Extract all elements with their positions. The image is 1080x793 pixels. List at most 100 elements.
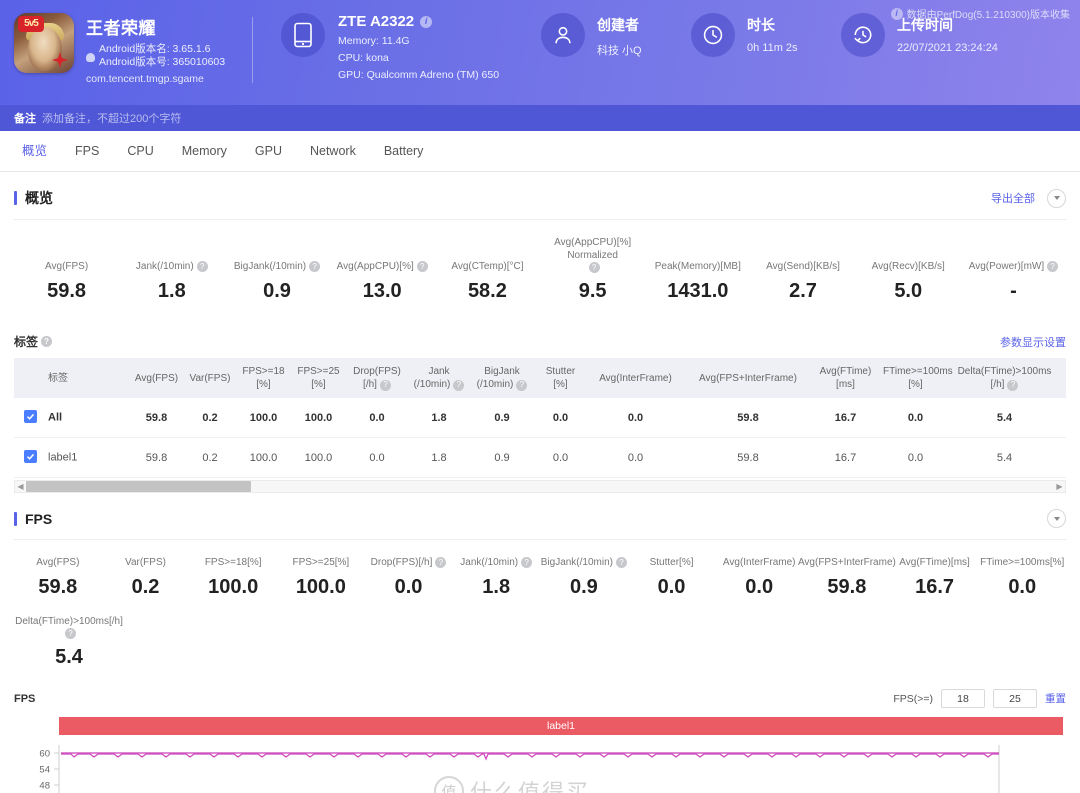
help-icon[interactable]: ? (41, 336, 53, 347)
fps-metric-fps18: FPS>=18[%] 100.0 (189, 556, 277, 599)
app-version-code: Android版本号: 365010603 (99, 56, 226, 68)
table-row[interactable]: label1 59.8 0.2 100.0 100.0 0.0 1.8 0.9 … (14, 437, 1066, 478)
help-icon[interactable]: ? (379, 379, 391, 391)
tab-cpu[interactable]: CPU (113, 131, 167, 172)
metric-avg-recv: Avg(Recv)[KB/s] 5.0 (856, 260, 961, 303)
help-icon[interactable]: ? (616, 557, 627, 568)
svg-text:60: 60 (39, 749, 50, 760)
metric-jank: Jank(/10min)? 1.8 (119, 260, 224, 303)
scroll-right-icon[interactable]: ▶ (1054, 481, 1065, 492)
tab-fps[interactable]: FPS (61, 131, 113, 172)
metric-value: 13.0 (362, 280, 402, 302)
metric-value: 5.0 (894, 280, 923, 302)
metric-avg-appcpu: Avg(AppCPU)[%]? 13.0 (330, 260, 435, 303)
tags-title-text: 标签 (14, 335, 39, 349)
metric-value: 1.8 (157, 280, 186, 302)
fps-chart-area[interactable]: label1 60 54 48 2 (14, 717, 1066, 793)
cell: 59.8 (129, 398, 184, 438)
tags-table-wrapper: 标签 Avg(FPS) Var(FPS) FPS>=18 [%] FPS>=25… (14, 358, 1066, 478)
metric-value: 100.0 (208, 576, 259, 598)
row-tag-cell: All (14, 398, 129, 438)
metric-value: 59.8 (38, 576, 78, 598)
tab-memory[interactable]: Memory (168, 131, 241, 172)
overview-collapse-button[interactable] (1047, 188, 1066, 208)
metric-label: BigJank(/10min) (233, 261, 307, 272)
cell: 0.2 (184, 437, 236, 478)
fps-plot[interactable]: 60 54 48 2 (14, 745, 1066, 793)
fps-metric-var-fps: Var(FPS) 0.2 (102, 556, 190, 599)
help-icon[interactable]: ? (309, 261, 321, 272)
tab-overview[interactable]: 概览 (8, 131, 61, 172)
metric-value: 0.0 (1008, 576, 1037, 598)
help-icon[interactable]: ? (516, 379, 528, 391)
device-memory: Memory: 11.4G (338, 35, 410, 47)
tab-gpu[interactable]: GPU (241, 131, 296, 172)
clock-icon (691, 13, 735, 57)
metric-value: 1431.0 (667, 280, 729, 302)
metric-avg-ctemp: Avg(CTemp)[°C] 58.2 (435, 260, 540, 303)
device-info-block: ZTE A2322 i Memory: 11.4G CPU: kona GPU:… (253, 13, 533, 81)
perfdog-version-note: i 数据由PerfDog(5.1.210300)版本收集 (890, 6, 1070, 21)
tab-network[interactable]: Network (296, 131, 370, 172)
row-checkbox[interactable] (24, 450, 37, 463)
fps-threshold-input-2[interactable] (993, 689, 1037, 708)
metric-label: Avg(AppCPU)[%] (336, 261, 414, 272)
help-icon[interactable]: ? (416, 261, 428, 272)
fps-collapse-button[interactable] (1047, 509, 1066, 528)
fps-threshold-input-1[interactable] (941, 689, 985, 708)
tags-table-header-row: 标签 Avg(FPS) Var(FPS) FPS>=18 [%] FPS>=25… (14, 358, 1066, 398)
help-icon[interactable]: ? (588, 262, 600, 273)
help-icon[interactable]: ? (65, 628, 76, 639)
metric-label: Avg(Send)[KB/s] (766, 261, 840, 272)
reset-button[interactable]: 重置 (1045, 691, 1066, 706)
row-checkbox[interactable] (24, 410, 37, 423)
cell: 59.8 (684, 437, 812, 478)
fps-metric-avg-interframe: Avg(InterFrame) 0.0 (715, 556, 803, 599)
note-label: 备注 (14, 113, 36, 125)
metric-label: Jank(/10min) (135, 261, 194, 272)
fps-metric-stutter: Stutter[%] 0.0 (628, 556, 716, 599)
export-all-button[interactable]: 导出全部 (991, 190, 1035, 206)
row-tag-label: label1 (48, 451, 78, 464)
help-icon[interactable]: ? (521, 557, 533, 568)
table-row[interactable]: All 59.8 0.2 100.0 100.0 0.0 1.8 0.9 0.0… (14, 398, 1066, 438)
svg-text:48: 48 (39, 781, 50, 792)
duration-title: 时长 (747, 17, 775, 33)
cell: 100.0 (236, 398, 291, 438)
cell: 0.0 (346, 398, 408, 438)
scrollbar-track[interactable] (26, 481, 1054, 492)
col-avg-appcpu: Avg(AppCPU) [%] (1057, 358, 1066, 398)
fps-metric-avg-fps: Avg(FPS) 59.8 (14, 556, 102, 599)
help-icon[interactable]: ? (196, 261, 208, 272)
scrollbar-thumb[interactable] (26, 481, 251, 492)
chart-legend-bar[interactable]: label1 (59, 717, 1063, 735)
cell: 0.2 (184, 398, 236, 438)
param-display-settings-button[interactable]: 参数显示设置 (1000, 334, 1066, 350)
note-bar[interactable]: 备注 添加备注，不超过200个字符 (0, 105, 1080, 131)
metric-value: 2.7 (789, 280, 817, 302)
metric-value: 0.9 (263, 280, 291, 302)
phone-icon (281, 13, 325, 57)
help-icon[interactable]: ? (435, 557, 447, 568)
tags-title: 标签 ? (14, 333, 53, 350)
overview-title: 概览 (14, 188, 53, 208)
help-icon[interactable]: ? (1047, 261, 1059, 272)
help-icon[interactable]: ? (1007, 379, 1019, 391)
cell: 59.8 (129, 437, 184, 478)
tags-table-hscrollbar[interactable]: ◀ ▶ (14, 480, 1066, 493)
row-tag-label: All (48, 411, 63, 424)
chart-axis-label: FPS (14, 692, 36, 705)
fps-metric-fps25: FPS>=25[%] 100.0 (277, 556, 365, 599)
help-icon[interactable]: ? (453, 379, 465, 391)
fps-metrics-row1: Avg(FPS) 59.8 Var(FPS) 0.2 FPS>=18[%] 10… (14, 540, 1066, 611)
cell: 0.0 (587, 437, 684, 478)
tab-battery[interactable]: Battery (370, 131, 438, 172)
note-placeholder[interactable]: 添加备注，不超过200个字符 (42, 110, 181, 126)
metric-value: 0.2 (131, 576, 160, 598)
fps-metric-jank: Jank(/10min)? 1.8 (452, 556, 540, 599)
col-delta-ftime: Delta(FTime)>100ms [/h]? (952, 358, 1057, 398)
scroll-left-icon[interactable]: ◀ (15, 481, 26, 492)
device-info-icon[interactable]: i (420, 15, 433, 28)
fps-section: FPS Avg(FPS) 59.8 Var(FPS) 0.2 FPS>=18[%… (0, 493, 1080, 793)
app-info-block: 5v5 王者荣耀 Android版本名: 3.65.1.6 Android版本号… (0, 13, 252, 85)
